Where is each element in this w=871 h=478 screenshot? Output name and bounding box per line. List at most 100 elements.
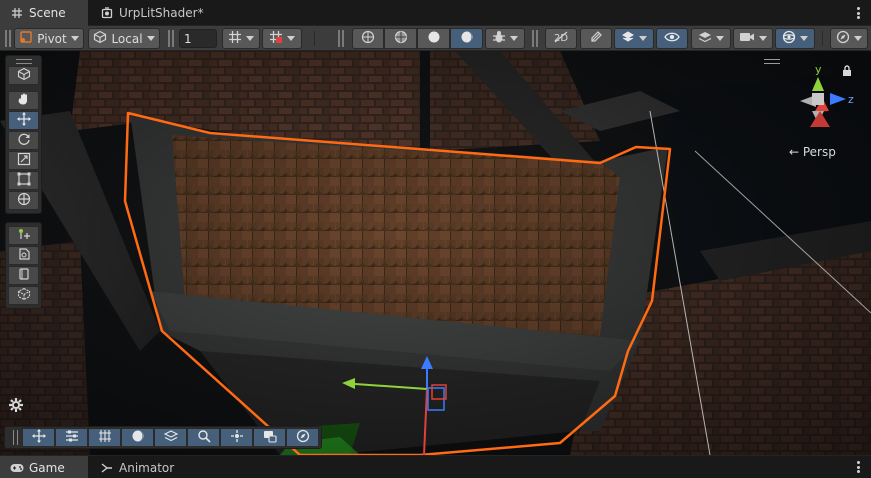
tab-urplitshader[interactable]: UrpLitShader* [90,0,214,26]
camera-overlay-icon [263,429,277,446]
scene-visibility-button[interactable] [656,28,688,49]
chevron-down-icon [639,36,647,41]
grid-snapping-button[interactable] [222,28,260,49]
overlay-search-button[interactable] [187,428,220,447]
shaded-sphere-icon [460,30,474,47]
rect-transform-icon [17,172,31,189]
toolbar-separator [314,31,315,46]
overlay-sliders-button[interactable] [55,428,88,447]
overlay-toolbar [4,426,322,449]
rect-tool-button[interactable] [8,171,39,190]
tab-animator-label: Animator [119,460,175,475]
camera-settings-button[interactable] [733,28,773,49]
overlay-lighting-button[interactable] [121,428,154,447]
move-arrows-icon [16,112,31,129]
gizmo-globe-icon [782,30,796,47]
palette-grip-icon[interactable] [8,58,39,65]
scene-render [0,51,871,455]
probe-icon [17,247,31,264]
draw-mode-shaded-wireframe-button[interactable] [384,28,417,49]
chevron-down-icon [70,36,79,41]
sliders-icon [65,429,79,446]
tab-game[interactable]: Game [0,456,88,478]
scene-toolbar: Pivot Local 1 2D [0,26,871,51]
gizmos-dropdown-button[interactable] [775,28,815,49]
gamepad-icon [10,461,24,475]
scale-tool-button[interactable] [8,151,39,170]
local-cube-icon [93,30,107,47]
toggle-2d-button[interactable]: 2D [545,28,577,49]
chevron-down-icon [510,36,518,41]
layers-effects-icon [621,30,635,47]
2d-slash-icon: 2D [553,30,569,47]
hand-icon [17,92,31,109]
draw-mode-unlit-button[interactable] [417,28,450,49]
transform-tool-button[interactable] [8,191,39,210]
overlay-orientation-button[interactable] [286,428,319,447]
chevron-down-icon [287,36,295,41]
chevron-down-icon [800,36,808,41]
tools-palette [5,55,42,214]
hatched-grid-icon [98,429,112,446]
move-arrows-icon [31,429,46,446]
bottom-tab-bar: Game Animator [0,455,871,478]
tab-scene[interactable]: Scene [0,0,88,26]
bug-icon [492,30,506,47]
overlay-grip-icon[interactable] [13,430,18,445]
chevron-down-icon [246,36,254,41]
projection-toggle[interactable]: ← Persp [789,145,836,159]
tab-animator[interactable]: Animator [90,456,184,478]
chevron-down-icon [716,36,724,41]
layers-dropdown-button[interactable] [691,28,731,49]
orientation-dropdown-button[interactable] [830,28,868,49]
pivot-icon [19,30,33,47]
overlay-layers-button[interactable] [154,428,187,447]
bounds-tool-button[interactable] [8,286,39,305]
toolbar-grip-icon[interactable] [5,30,11,47]
toolbar-grip-icon[interactable] [532,30,538,47]
bottom-tab-menu-kebab-icon[interactable] [853,459,863,475]
pivot-label: Pivot [37,31,67,46]
scene-viewport[interactable]: y z ← Persp [0,51,871,455]
move-tool-button[interactable] [8,111,39,130]
chevron-down-icon [759,36,767,41]
pivot-dropdown[interactable]: Pivot [14,28,84,49]
grid-visibility-button[interactable] [262,28,302,49]
overlay-grid-button[interactable] [88,428,121,447]
hand-tool-button[interactable] [8,91,39,110]
lighting-toggle-button[interactable] [580,28,612,49]
local-dropdown[interactable]: Local [88,28,160,49]
eye-icon [664,31,680,46]
rotate-icon [17,132,31,149]
overlay-move-button[interactable] [22,428,55,447]
grid-snap-icon [228,30,242,47]
probe-volume-tool-button[interactable] [8,246,39,265]
draw-mode-wireframe-button[interactable] [352,28,384,49]
axis-z-label: z [848,93,854,106]
tab-menu-kebab-icon[interactable] [853,5,863,21]
effects-toggle-button[interactable] [614,28,654,49]
gear-icon [8,398,24,416]
custom-tools-palette [5,222,42,309]
custom-tool-button[interactable] [8,226,39,245]
chevron-down-icon [854,36,862,41]
toolbar-grip-icon[interactable] [168,30,174,47]
overlay-settings-button[interactable] [8,397,24,413]
debug-draw-mode-button[interactable] [485,28,525,49]
snap-increment-input[interactable] [179,29,217,48]
shader-icon [100,6,114,20]
collider-tool-button[interactable] [8,266,39,285]
local-label: Local [111,31,143,46]
shaded-wireframe-icon [394,30,408,47]
animator-icon [100,461,114,475]
overlay-camera-button[interactable] [253,428,286,447]
layers-icon [698,30,712,47]
toolbar-grip-icon[interactable] [338,30,344,47]
stacked-layers-icon [163,429,178,446]
compass-icon [836,30,850,47]
orientation-gizmo[interactable]: y z [782,61,862,139]
view-tool-button[interactable] [8,66,39,85]
overlay-snap-button[interactable] [220,428,253,447]
draw-mode-shaded-button[interactable] [450,28,483,49]
rotate-tool-button[interactable] [8,131,39,150]
